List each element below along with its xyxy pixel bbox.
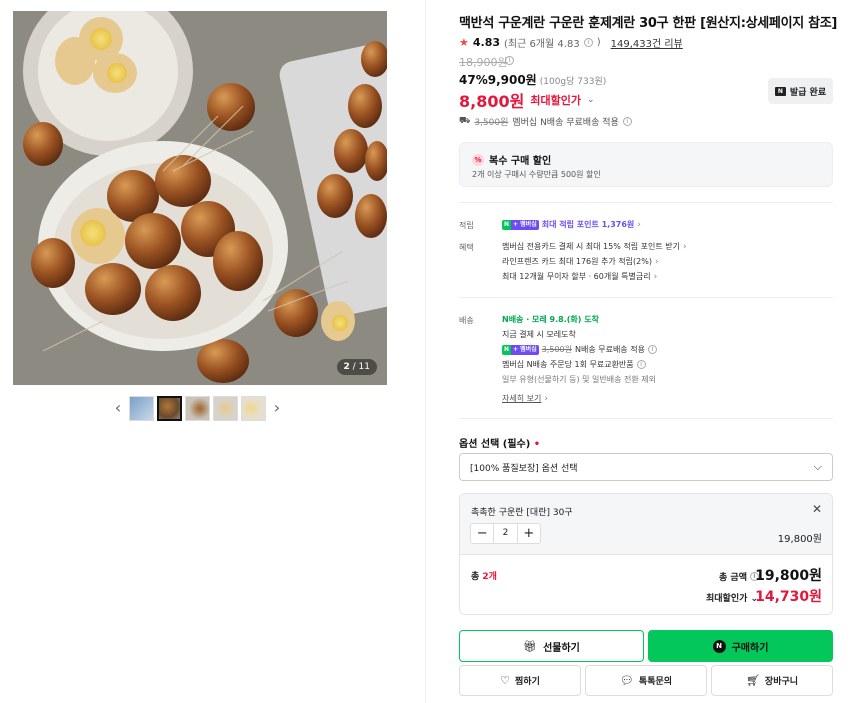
cart-icon: 🛒︎ [745,674,760,687]
thumbnail-next-button[interactable]: › [269,395,285,421]
cart-button[interactable]: 🛒︎ 장바구니 [711,665,833,696]
naver-pay-icon: N [712,639,726,653]
delivery-label: 배송 [459,316,474,325]
divider [459,202,833,203]
quantity-minus-button[interactable]: − [471,526,493,541]
benefit-label: 혜택 [459,243,474,252]
option-select[interactable]: [100% 품질보장] 옵션 선택 ⌵ [459,453,833,481]
total-count: 총 2개 [471,572,497,582]
chevron-down-icon: ⌵ [813,460,822,473]
selected-option-box: 촉촉한 구운란 [대란] 30구 ✕ − 2 + 19,800원 총 2개 총 … [459,493,833,615]
egg-photo [13,11,387,385]
delivery-line-3: 멤버십 N배송 주문당 1회 무료교환반품 i [502,359,646,370]
quantity-value[interactable]: 2 [493,524,518,543]
chevron-right-icon: › [682,241,687,252]
thumbnail-4[interactable] [213,395,238,421]
coupon-issued-button[interactable]: N 발급 완료 [768,78,833,104]
benefit-item-2[interactable]: 라인프렌즈 카드 최대 176원 추가 적립(2%) › [502,256,659,267]
shipping-summary: ⛟ 3,500원 멤버십 N배송 무료배송 적용 i [459,115,632,128]
review-count-link[interactable]: 149,433건 리뷰 [611,35,683,50]
max-discount-price: 8,800원 [459,92,525,111]
buy-button[interactable]: N 구매하기 [648,630,833,662]
delivery-line-2: N + 멤버십 3,500원 N배송 무료배송 적용 i [502,344,657,355]
thumbnail-5[interactable] [241,395,266,421]
discount-price-line: 47%9,900원 (100g당 733원) [459,71,606,88]
shipping-fee-strike: 3,500원 [474,118,509,128]
rating-row: ★ 4.83 (최근 6개월 4.83 i) 149,433건 리뷰 [459,35,683,50]
option-select-value: [100% 품질보장] 옵션 선택 [470,463,578,474]
total-max-discount-value: 14,730원 [755,589,822,605]
benefit-item-3[interactable]: 최대 12개월 무이자 할부 · 60개월 특별금리 › [502,271,657,282]
rating-score: 4.83 [472,36,501,49]
membership-badge: N + 멤버십 [502,344,539,355]
total-amount-label: 총 금액 i [719,570,759,583]
truck-icon: ⛟ [459,116,471,126]
product-main-image[interactable]: 2 / 11 [13,11,387,385]
chevron-right-icon: › [544,393,548,404]
delivery-arrival: N배송 · 모레 9.8.(화) 도착 [502,315,599,324]
quantity-stepper: − 2 + [470,523,541,544]
gift-button[interactable]: 🎁︎ 선물하기 [459,630,644,662]
thumbnail-prev-button[interactable]: ‹ [110,395,126,421]
chat-icon: 💬︎ [619,674,634,687]
thumbnail-1[interactable] [129,395,154,421]
selected-option-price: 19,800원 [777,534,822,545]
option-title: 옵션 선택 (필수) • [459,439,541,450]
multi-purchase-discount-box: % 복수 구매 할인 2개 이상 구매시 수량만큼 500원 할인 [459,142,833,187]
thumbnail-3[interactable] [185,395,210,421]
max-points-text: 최대 적립 포인트 1,376원 [541,220,635,229]
column-divider [425,0,426,703]
rating-recent: (최근 6개월 4.83 [504,39,580,50]
info-icon[interactable]: i [636,360,646,369]
percent-icon: % [472,153,484,166]
chevron-right-icon: › [653,271,658,282]
points-row[interactable]: N + 멤버십 최대 적립 포인트 1,376원 › [502,219,641,230]
image-counter: 2 / 11 [336,359,377,375]
benefit-item-1[interactable]: 멤버십 전용카드 결제 시 최대 15% 적립 포인트 받기 › [502,241,687,252]
product-title: 맥반석 구운계란 구운란 훈제계란 30구 한판 [원산지:상세페이지 참조] [459,16,838,31]
price-info-icon[interactable]: i [505,56,514,65]
chevron-right-icon: › [637,219,641,230]
thumbnail-strip: ‹ › [110,395,285,421]
info-icon[interactable]: i [647,345,657,354]
thumbnail-2[interactable] [157,395,182,421]
close-icon[interactable]: ✕ [812,502,822,516]
total-amount-value: 19,800원 [755,568,822,584]
points-label: 적립 [459,221,474,230]
total-max-discount-label[interactable]: 최대할인가 ⌄ [706,591,758,604]
info-icon[interactable]: i [583,38,593,47]
divider [459,418,833,419]
delivery-line-4: 일부 유형(선물하기 등) 및 일반배송 전환 제외 [502,375,656,384]
delivery-line-1: 지금 결제 시 모레도착 [502,330,576,339]
selected-option-name: 촉촉한 구운란 [대란] 30구 [471,508,573,518]
shipping-info-icon[interactable]: i [622,117,632,126]
quantity-plus-button[interactable]: + [518,526,540,541]
multi-discount-desc: 2개 이상 구매시 수량만큼 500원 할인 [472,170,601,179]
heart-icon: ♡ [500,674,511,687]
delivery-more-link[interactable]: 자세히 보기 › [502,393,548,404]
discount-price: 47%9,900원 [459,73,537,87]
chevron-down-icon: ⌄ [586,95,595,105]
talk-inquiry-button[interactable]: 💬︎ 톡톡문의 [585,665,707,696]
chevron-right-icon: › [654,256,659,267]
multi-discount-title: 복수 구매 할인 [489,156,552,167]
original-price: 18,900원 [459,56,508,69]
gift-icon: 🎁︎ [523,639,538,653]
coupon-icon: N [774,86,786,96]
membership-badge: N + 멤버십 [502,219,539,230]
shipping-text: 멤버십 N배송 무료배송 적용 [512,118,619,128]
wish-button[interactable]: ♡ 찜하기 [459,665,581,696]
divider [459,297,833,298]
unit-price: (100g당 733원) [539,77,607,87]
max-discount-label: 최대할인가 [530,94,581,107]
max-discount-line[interactable]: 8,800원 최대할인가 ⌄ [459,88,595,112]
star-icon: ★ [459,36,469,49]
